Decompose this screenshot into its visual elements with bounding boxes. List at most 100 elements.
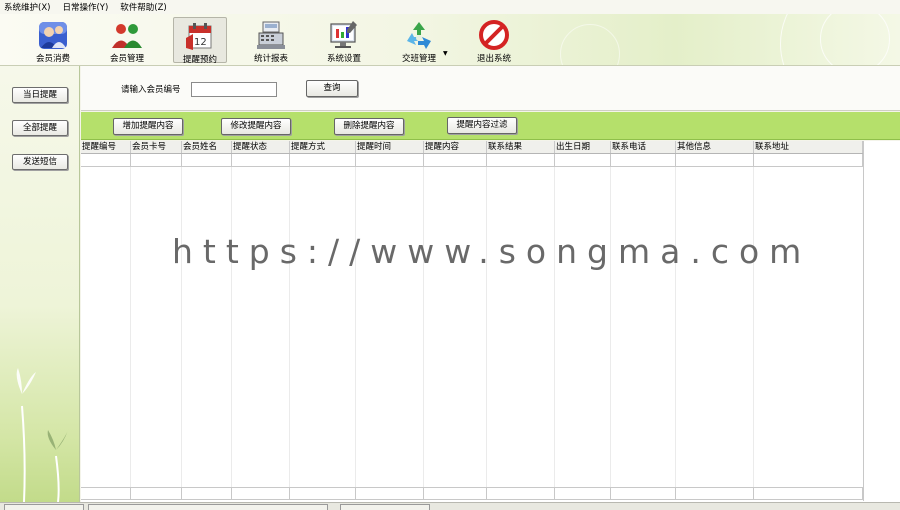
grid-line: [181, 167, 182, 487]
menu-system-maintenance[interactable]: 系统维护(X): [4, 1, 50, 13]
filter-reminder-button[interactable]: 提醒内容过滤: [447, 117, 517, 134]
toolbar-label: 系统设置: [326, 54, 361, 64]
toolbar-statistics-report-button[interactable]: 统计报表: [244, 17, 298, 64]
table-cell: [676, 488, 754, 499]
table-cell: [356, 154, 424, 166]
background-swirl: [820, 14, 890, 65]
column-header[interactable]: 提醒状态: [232, 141, 290, 153]
table-cell: [424, 488, 487, 499]
member-id-input[interactable]: [191, 82, 277, 97]
column-header[interactable]: 提醒内容: [424, 141, 487, 153]
toolbar-label: 交班管理: [401, 54, 436, 64]
table-cell: [555, 488, 611, 499]
column-header[interactable]: 联系结果: [487, 141, 555, 153]
toolbar-label: 统计报表: [253, 54, 288, 64]
member-id-label: 请输入会员编号: [121, 85, 181, 95]
grid-line: [675, 167, 676, 487]
table-cell: [131, 154, 182, 166]
watermark-text: https://www.songma.com: [172, 232, 812, 271]
reminder-table: 提醒编号 会员卡号 会员姓名 提醒状态 提醒方式 提醒时间 提醒内容 联系结果 …: [81, 141, 900, 502]
column-header[interactable]: 联系地址: [754, 141, 863, 153]
toolbar: 会员消费 会员管理 12 提醒预约 统计报表 系统设置 交班管理 ▼ 退出系统: [0, 14, 900, 66]
svg-text:12: 12: [194, 37, 207, 48]
status-bar: [0, 502, 900, 510]
calendar-reminder-icon: 12: [184, 20, 216, 52]
toolbar-member-management-button[interactable]: 会员管理: [100, 17, 154, 64]
column-header[interactable]: 出生日期: [555, 141, 611, 153]
grid-line: [289, 167, 290, 487]
column-header[interactable]: 其他信息: [676, 141, 754, 153]
table-cell: [232, 154, 290, 166]
column-header[interactable]: 提醒编号: [81, 141, 131, 153]
grid-line: [486, 167, 487, 487]
chevron-down-icon[interactable]: ▼: [443, 50, 448, 57]
table-cell: [290, 154, 356, 166]
table-cell: [611, 488, 676, 499]
grid-line: [554, 167, 555, 487]
cash-register-icon: [255, 19, 287, 51]
today-reminder-button[interactable]: 当日提醒: [12, 87, 68, 103]
toolbar-label: 退出系统: [476, 54, 511, 64]
table-cell: [676, 154, 754, 166]
all-reminders-button[interactable]: 全部提醒: [12, 120, 68, 136]
left-panel: 当日提醒 全部提醒 发送短信: [0, 66, 80, 502]
table-cell: [356, 488, 424, 499]
grid-line: [130, 167, 131, 487]
grid-line: [610, 167, 611, 487]
add-reminder-button[interactable]: 增加提醒内容: [113, 118, 183, 135]
recycle-icon: [403, 19, 435, 51]
background-swirl: [560, 24, 620, 65]
column-header[interactable]: 会员姓名: [182, 141, 232, 153]
table-cell: [232, 488, 290, 499]
grid-border: [863, 141, 864, 501]
table-cell: [81, 488, 131, 499]
table-cell: [131, 488, 182, 499]
members-group-icon: [111, 19, 143, 51]
column-header[interactable]: 提醒时间: [356, 141, 424, 153]
query-button[interactable]: 查询: [306, 80, 358, 97]
menu-bar: 系统维护(X) 日常操作(Y) 软件帮助(Z): [0, 0, 900, 14]
edit-reminder-button[interactable]: 修改提醒内容: [221, 118, 291, 135]
toolbar-exit-system-button[interactable]: 退出系统: [467, 17, 521, 64]
toolbar-member-consumption-button[interactable]: 会员消费: [26, 17, 80, 64]
search-bar: 请输入会员编号 查询: [81, 66, 900, 111]
toolbar-label: 会员管理: [109, 54, 144, 64]
table-footer-row: [81, 487, 863, 500]
column-header[interactable]: 会员卡号: [131, 141, 182, 153]
table-cell: [182, 488, 232, 499]
table-cell: [290, 488, 356, 499]
table-cell: [182, 154, 232, 166]
table-cell: [754, 154, 863, 166]
settings-screen-icon: [328, 19, 360, 51]
toolbar-label: 提醒预约: [182, 55, 217, 65]
toolbar-label: 会员消费: [35, 54, 70, 64]
table-row[interactable]: [81, 154, 863, 167]
exit-forbidden-icon: [478, 19, 510, 51]
grid-line: [423, 167, 424, 487]
plant-decoration-icon: [16, 368, 68, 502]
action-bar: 增加提醒内容 修改提醒内容 删除提醒内容 提醒内容过滤: [81, 112, 900, 140]
send-sms-button[interactable]: 发送短信: [12, 154, 68, 170]
table-cell: [81, 154, 131, 166]
toolbar-shift-management-button[interactable]: 交班管理: [392, 17, 446, 64]
column-header[interactable]: 联系电话: [611, 141, 676, 153]
table-cell: [611, 154, 676, 166]
table-cell: [754, 488, 863, 499]
table-cell: [555, 154, 611, 166]
members-blue-icon: [37, 19, 69, 51]
table-cell: [487, 488, 555, 499]
delete-reminder-button[interactable]: 删除提醒内容: [334, 118, 404, 135]
toolbar-system-settings-button[interactable]: 系统设置: [317, 17, 371, 64]
column-header[interactable]: 提醒方式: [290, 141, 356, 153]
menu-daily-operations[interactable]: 日常操作(Y): [62, 1, 108, 13]
status-segment: [88, 504, 328, 510]
table-cell: [424, 154, 487, 166]
table-cell: [487, 154, 555, 166]
status-segment: [340, 504, 430, 510]
menu-software-help[interactable]: 软件帮助(Z): [120, 1, 166, 13]
grid-line: [355, 167, 356, 487]
table-header: 提醒编号 会员卡号 会员姓名 提醒状态 提醒方式 提醒时间 提醒内容 联系结果 …: [81, 141, 863, 154]
grid-line: [231, 167, 232, 487]
toolbar-reminder-appointment-button[interactable]: 12 提醒预约: [173, 17, 227, 65]
status-segment: [4, 504, 84, 510]
